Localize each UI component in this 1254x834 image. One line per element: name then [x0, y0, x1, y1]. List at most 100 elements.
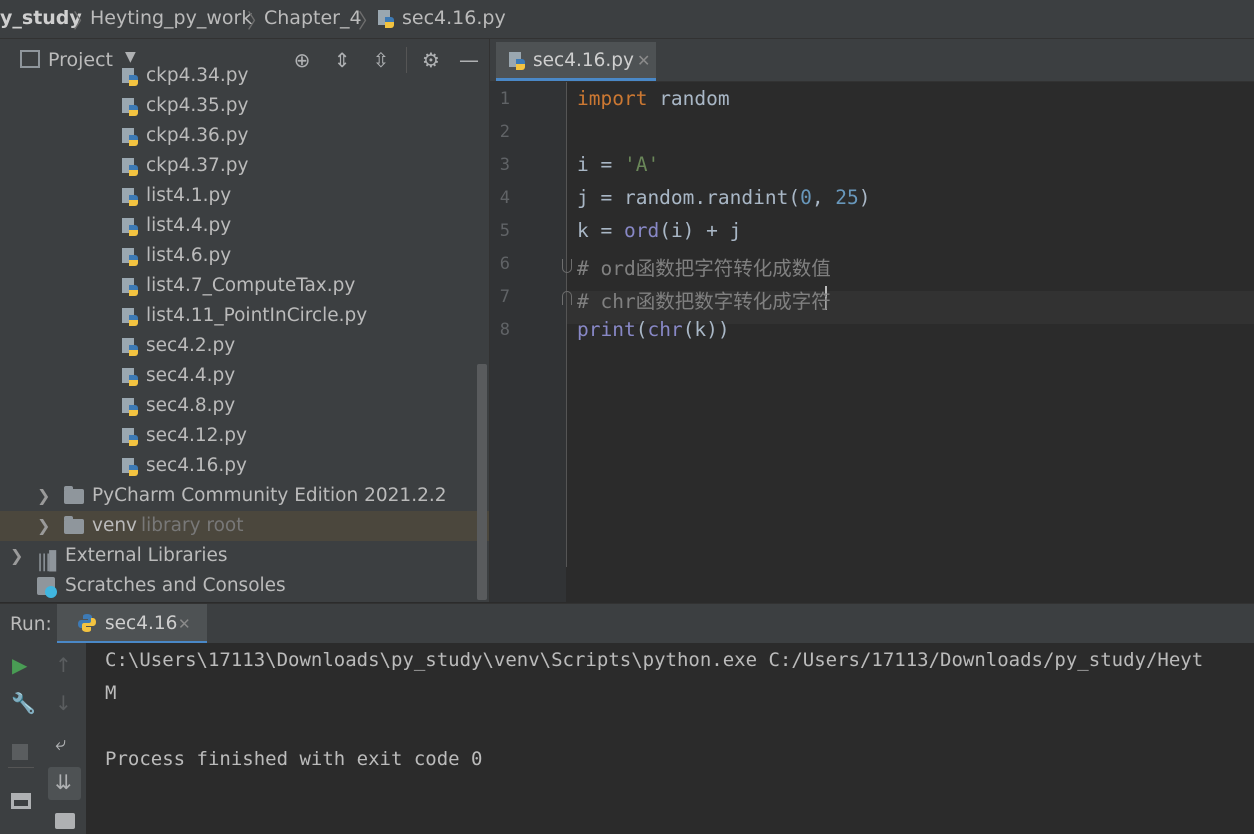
file-label: ckp4.34.py: [146, 65, 249, 86]
code-line[interactable]: k = ord(i) + j: [577, 219, 741, 242]
python-file-icon: [122, 458, 138, 476]
line-number: 3: [499, 155, 510, 175]
breadcrumb-file[interactable]: sec4.16.py: [402, 7, 506, 29]
project-panel: Project ▼ ⊕ ⇕ ⇳ ⚙ — ckp4.34.py ckp4.35.py…: [0, 39, 490, 602]
line-number: 7: [499, 287, 510, 307]
tree-file[interactable]: list4.11_PointInCircle.py: [0, 301, 476, 331]
fold-marker-icon[interactable]: [562, 259, 572, 273]
run-toolbar: ▶ ↑ 🔧 ↓ ⤶ ⇊: [0, 643, 86, 834]
breadcrumb-folder[interactable]: Chapter_4: [264, 7, 362, 29]
python-file-icon: [122, 98, 138, 116]
tree-external-libraries[interactable]: ❯ |||▌ External Libraries: [0, 541, 476, 572]
python-file-icon: [509, 52, 525, 70]
file-label: ckp4.35.py: [146, 95, 249, 116]
close-icon[interactable]: ✕: [178, 615, 191, 633]
console-line: M: [105, 682, 117, 704]
run-icon[interactable]: ▶: [12, 653, 27, 677]
line-number: 1: [499, 89, 510, 109]
file-label: list4.1.py: [146, 185, 232, 206]
python-file-icon: [378, 10, 394, 28]
tree-folder-venv[interactable]: ❯ venv library root: [0, 511, 489, 541]
python-file-icon: [122, 68, 138, 86]
file-label: ckp4.37.py: [146, 155, 249, 176]
console-line: Process finished with exit code 0: [105, 748, 483, 770]
file-label: list4.4.py: [146, 215, 232, 236]
python-file-icon: [122, 128, 138, 146]
print-icon[interactable]: [55, 813, 75, 829]
python-file-icon: [122, 368, 138, 386]
code-line[interactable]: j = random.randint(0, 25): [577, 186, 871, 209]
file-label: sec4.16.py: [146, 455, 247, 476]
breadcrumb-project[interactable]: Heyting_py_work: [90, 7, 252, 29]
external-libraries-label: External Libraries: [65, 545, 228, 566]
chevron-right-icon[interactable]: ❯: [10, 541, 23, 571]
scroll-to-end-icon: ⇊: [55, 770, 72, 794]
tree-file[interactable]: list4.6.py: [0, 241, 476, 271]
tree-file[interactable]: ckp4.36.py: [0, 121, 476, 151]
file-label: sec4.12.py: [146, 425, 247, 446]
code-line[interactable]: # chr函数把数字转化成字符: [577, 285, 831, 314]
tree-file[interactable]: list4.1.py: [0, 181, 476, 211]
line-number: 8: [499, 320, 510, 340]
tree-file[interactable]: list4.7_ComputeTax.py: [0, 271, 476, 301]
python-file-icon: [122, 428, 138, 446]
library-root-note: library root: [141, 515, 244, 536]
folder-icon: [64, 486, 84, 504]
editor: sec4.16.py ✕ 1 import random 2 3 i = 'A' 4 j =…: [490, 39, 1254, 602]
file-label: list4.7_ComputeTax.py: [146, 275, 356, 296]
stop-icon[interactable]: [12, 744, 28, 760]
layout-icon[interactable]: [11, 793, 31, 809]
tree-file[interactable]: sec4.12.py: [0, 421, 476, 451]
arrow-down-icon[interactable]: ↓: [55, 691, 72, 715]
file-label: sec4.2.py: [146, 335, 236, 356]
fold-marker-icon[interactable]: [562, 291, 572, 305]
python-file-icon: [122, 398, 138, 416]
console-line: C:\Users\17113\Downloads\py_study\venv\S…: [105, 649, 1204, 671]
tree-file[interactable]: ckp4.35.py: [0, 91, 476, 121]
tree-folder-pycharm[interactable]: ❯ PyCharm Community Edition 2021.2.2: [0, 481, 476, 511]
breadcrumb-separator: 〉: [358, 9, 378, 33]
tab-label: sec4.16.py: [533, 50, 634, 71]
file-label: sec4.4.py: [146, 365, 236, 386]
tree-file[interactable]: ckp4.37.py: [0, 151, 476, 181]
soft-wrap-icon[interactable]: ⤶: [55, 731, 66, 755]
editor-tab-bar: sec4.16.py ✕: [490, 39, 1254, 82]
gutter-divider: [566, 82, 567, 567]
python-file-icon: [122, 278, 138, 296]
tree-file[interactable]: list4.4.py: [0, 211, 476, 241]
tree-file[interactable]: sec4.4.py: [0, 361, 476, 391]
breadcrumb-root[interactable]: y_study: [0, 7, 82, 29]
code-line[interactable]: import random: [577, 87, 730, 110]
code-line[interactable]: i = 'A': [577, 153, 659, 176]
arrow-up-icon[interactable]: ↑: [55, 653, 72, 677]
wrench-icon[interactable]: 🔧: [11, 691, 36, 715]
run-panel-header: Run: sec4.16 ✕: [0, 603, 1254, 644]
code-line[interactable]: # ord函数把字符转化成数值: [577, 252, 831, 281]
tree-scratches[interactable]: Scratches and Consoles: [0, 571, 476, 601]
file-label: list4.11_PointInCircle.py: [146, 305, 368, 326]
line-number: 4: [499, 188, 510, 208]
python-file-icon: [122, 308, 138, 326]
close-icon[interactable]: ✕: [637, 51, 650, 70]
scratches-badge-icon: [45, 586, 57, 598]
console-output[interactable]: C:\Users\17113\Downloads\py_study\venv\S…: [86, 643, 1254, 834]
scratches-label: Scratches and Consoles: [65, 575, 286, 596]
tree-file[interactable]: sec4.16.py: [0, 451, 476, 481]
folder-label: venv: [92, 515, 138, 536]
run-tab-sec4-16[interactable]: sec4.16 ✕: [57, 604, 207, 644]
scrollbar[interactable]: [477, 364, 487, 600]
tree-file[interactable]: sec4.2.py: [0, 331, 476, 361]
folder-label: PyCharm Community Edition 2021.2.2: [92, 485, 447, 506]
tree-file[interactable]: ckp4.34.py: [0, 61, 476, 91]
line-number: 2: [499, 122, 510, 142]
python-icon: [78, 614, 96, 632]
breadcrumb: y_study 〉 Heyting_py_work 〉 Chapter_4 〉 …: [0, 0, 1254, 39]
code-line[interactable]: print(chr(k)): [577, 318, 730, 341]
file-label: ckp4.36.py: [146, 125, 249, 146]
file-label: sec4.8.py: [146, 395, 236, 416]
chevron-right-icon[interactable]: ❯: [37, 511, 50, 541]
tab-sec4-16[interactable]: sec4.16.py ✕: [496, 42, 656, 81]
line-number: 6: [499, 254, 510, 274]
tree-file[interactable]: sec4.8.py: [0, 391, 476, 421]
chevron-right-icon[interactable]: ❯: [37, 481, 50, 511]
